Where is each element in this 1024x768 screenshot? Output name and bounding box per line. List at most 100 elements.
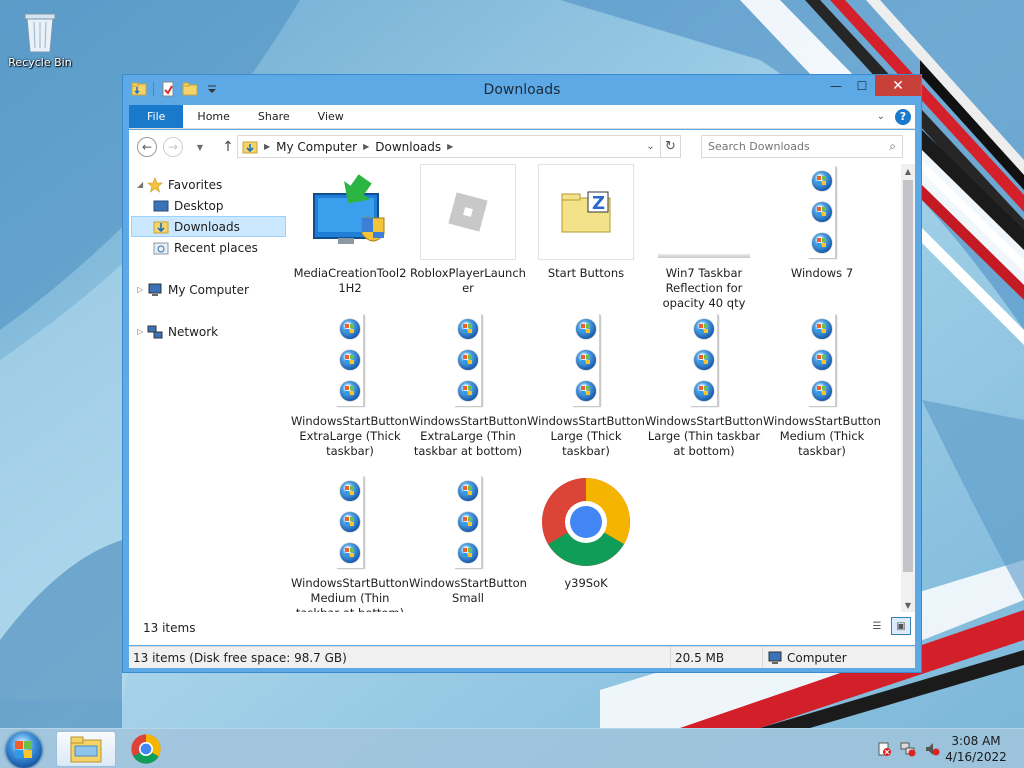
maximize-button[interactable]: ☐	[849, 75, 875, 96]
explorer-body: ◢ Favorites Desktop Downloads Recent pla…	[129, 164, 915, 645]
file-name: WindowsStartButtonExtraLarge (Thick task…	[291, 414, 409, 458]
file-item[interactable]: WindowsStartButtonExtraLarge (Thin taskb…	[409, 312, 527, 459]
nav-my-computer[interactable]: ▷ My Computer	[137, 279, 249, 300]
start-orb-strip-icon	[774, 164, 870, 260]
file-item[interactable]: WindowsStartButtonMedium (Thin taskbar a…	[291, 474, 409, 612]
breadcrumb-downloads[interactable]: Downloads	[375, 140, 441, 154]
system-tray	[876, 741, 940, 757]
file-item[interactable]: WindowsStartButtonExtraLarge (Thick task…	[291, 312, 409, 459]
start-orb-strip-icon	[302, 312, 398, 408]
taskbar-chrome-button[interactable]	[116, 731, 176, 767]
title-bar[interactable]: Downloads — ☐ ✕	[123, 75, 921, 105]
zip-folder-icon: Z	[538, 164, 634, 260]
up-button[interactable]: ↑	[217, 136, 239, 158]
windows-logo-icon	[15, 741, 33, 759]
file-item[interactable]: WindowsStartButtonLarge (Thick taskbar)	[527, 312, 645, 459]
address-bar[interactable]: ▶ My Computer ▶ Downloads ▶ ⌄ ↻	[237, 135, 681, 158]
clock[interactable]: 3:08 AM 4/16/2022	[942, 733, 1010, 765]
roblox-icon	[420, 164, 516, 260]
nav-my-computer-label: My Computer	[168, 282, 249, 297]
computer-icon	[148, 283, 162, 296]
ribbon-tabs: File Home Share View ⌄ ?	[129, 105, 915, 129]
file-explorer-icon	[70, 736, 102, 763]
navigation-bar: ← → ▼ ↑ ▶ My Computer ▶ Downloads ▶ ⌄ ↻ …	[129, 130, 915, 164]
taskbar-explorer-button[interactable]	[56, 731, 116, 767]
status-location-label: Computer	[787, 650, 847, 665]
refresh-icon[interactable]: ↻	[660, 136, 680, 157]
nav-desktop[interactable]: Desktop	[153, 195, 224, 216]
window-controls: — ☐ ✕	[823, 75, 921, 96]
address-dropdown-icon[interactable]: ⌄	[640, 136, 660, 157]
file-name: RobloxPlayerLauncher	[410, 266, 526, 295]
chrome-icon	[538, 474, 634, 570]
status-summary: 13 items (Disk free space: 98.7 GB)	[129, 647, 671, 668]
nav-favorites[interactable]: ◢ Favorites	[137, 174, 222, 195]
tab-view[interactable]: View	[304, 105, 358, 128]
start-orb-strip-icon	[538, 312, 634, 408]
network-icon	[147, 325, 163, 338]
expand-arrow-icon[interactable]: ▷	[137, 285, 147, 294]
details-view-icon[interactable]: ☰	[867, 617, 887, 635]
file-item[interactable]: WindowsStartButtonSmall	[409, 474, 527, 606]
scrollbar-thumb[interactable]	[903, 180, 913, 572]
nav-network[interactable]: ▷ Network	[137, 321, 218, 342]
file-name: MediaCreationTool21H2	[293, 266, 407, 295]
nav-desktop-label: Desktop	[174, 198, 224, 213]
forward-button[interactable]: →	[163, 137, 183, 157]
navigation-pane: ◢ Favorites Desktop Downloads Recent pla…	[129, 164, 289, 645]
breadcrumb-separator-icon: ▶	[264, 142, 271, 151]
search-box[interactable]: ⌕	[701, 135, 903, 158]
file-name: Start Buttons	[547, 266, 625, 280]
media-creation-tool-icon	[302, 164, 398, 260]
nav-downloads[interactable]: Downloads	[131, 216, 286, 237]
taskbar: 3:08 AM 4/16/2022	[0, 728, 1024, 768]
nav-downloads-label: Downloads	[174, 219, 240, 234]
recent-places-icon	[153, 242, 169, 254]
expand-arrow-icon[interactable]: ▷	[137, 327, 147, 336]
file-item[interactable]: y39SoK	[527, 474, 645, 591]
nav-recent-places[interactable]: Recent places	[153, 237, 258, 258]
star-icon	[147, 176, 163, 193]
clock-date: 4/16/2022	[945, 750, 1007, 764]
search-icon[interactable]: ⌕	[889, 139, 896, 154]
start-button[interactable]	[6, 732, 42, 768]
file-item[interactable]: WindowsStartButtonLarge (Thin taskbar at…	[645, 312, 763, 459]
tab-file[interactable]: File	[129, 105, 184, 128]
vertical-scrollbar[interactable]: ▲ ▼	[901, 164, 915, 612]
close-button[interactable]: ✕	[875, 75, 921, 96]
large-icons-view-icon[interactable]: ▣	[891, 617, 911, 635]
file-item[interactable]: Win7 Taskbar Reflection for opacity 40 q…	[645, 164, 763, 311]
scroll-up-icon[interactable]: ▲	[901, 164, 915, 178]
network-icon[interactable]	[900, 741, 916, 757]
computer-icon	[768, 651, 782, 664]
scroll-down-icon[interactable]: ▼	[901, 598, 915, 612]
file-item[interactable]: MediaCreationTool21H2	[291, 164, 409, 296]
file-name: y39SoK	[564, 576, 608, 590]
breadcrumb-separator-icon[interactable]: ▶	[447, 142, 453, 151]
collapse-arrow-icon[interactable]: ◢	[137, 180, 147, 189]
back-button[interactable]: ←	[137, 137, 157, 157]
chrome-icon	[131, 734, 161, 764]
volume-muted-icon[interactable]	[924, 741, 940, 757]
taskbar-strip-icon	[656, 164, 752, 260]
file-item[interactable]: Z Start Buttons	[527, 164, 645, 281]
downloads-icon	[153, 221, 169, 233]
search-input[interactable]	[708, 140, 890, 153]
breadcrumb-my-computer[interactable]: My Computer	[276, 140, 357, 154]
status-location: Computer	[763, 647, 913, 668]
file-item[interactable]: WindowsStartButtonMedium (Thick taskbar)	[763, 312, 881, 459]
status-size: 20.5 MB	[671, 647, 763, 668]
recycle-bin-desktop-icon[interactable]: Recycle Bin	[6, 6, 74, 69]
file-item[interactable]: Windows 7	[763, 164, 881, 281]
tab-share[interactable]: Share	[244, 105, 304, 128]
minimize-button[interactable]: —	[823, 75, 849, 96]
tab-home[interactable]: Home	[183, 105, 243, 128]
file-item[interactable]: RobloxPlayerLauncher	[409, 164, 527, 296]
recycle-bin-label: Recycle Bin	[8, 56, 72, 69]
expand-ribbon-icon[interactable]: ⌄	[877, 111, 885, 122]
file-name: WindowsStartButtonLarge (Thin taskbar at…	[645, 414, 763, 458]
breadcrumb-separator-icon[interactable]: ▶	[363, 142, 369, 151]
help-icon[interactable]: ?	[895, 108, 911, 125]
action-center-icon[interactable]	[876, 741, 892, 757]
recent-locations-icon[interactable]: ▼	[189, 136, 211, 158]
